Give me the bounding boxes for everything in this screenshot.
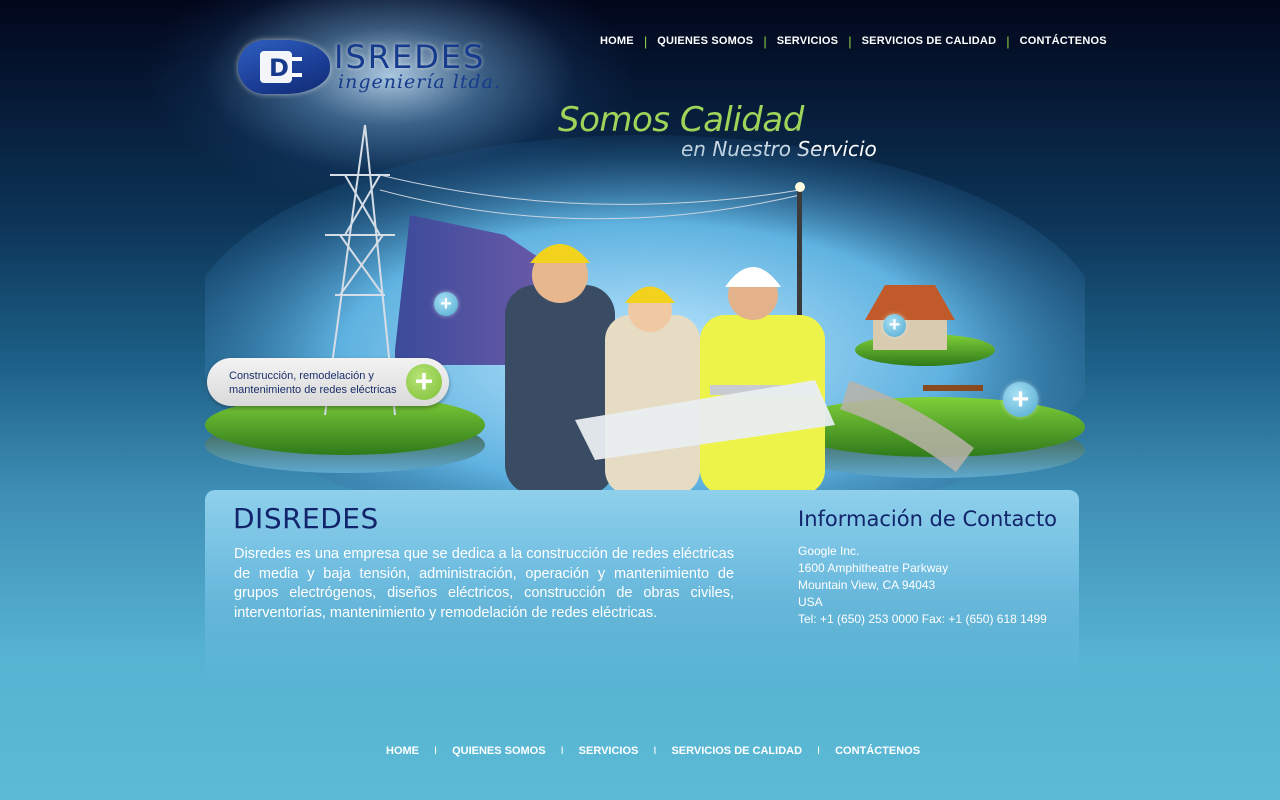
footer-separator: I [434, 745, 438, 757]
contact-company: Google Inc. [798, 544, 860, 558]
contact-street: 1600 Amphitheatre Parkway [798, 561, 949, 575]
footer-nav-home[interactable]: HOME [386, 745, 419, 757]
plug-shield-icon: D [238, 40, 330, 94]
service-callout-text: Construcción, remodelación y mantenimien… [229, 370, 397, 396]
nav-separator: | [1006, 33, 1010, 49]
logo-mark-letter: D [269, 54, 289, 82]
footer-nav-quienes-somos[interactable]: QUIENES SOMOS [452, 745, 546, 757]
footer-separator: I [560, 745, 564, 757]
contact-phones: Tel: +1 (650) 253 0000 Fax: +1 (650) 618… [798, 612, 1047, 626]
footer-nav: HOME I QUIENES SOMOS I SERVICIOS I SERVI… [386, 745, 920, 757]
footer-nav-contactenos[interactable]: CONTÁCTENOS [835, 745, 920, 757]
top-nav-quienes-somos[interactable]: QUIENES SOMOS [657, 35, 753, 47]
street-light [795, 182, 805, 192]
site-logo[interactable]: D ISREDES ingeniería ltda. [238, 38, 518, 98]
contact-city: Mountain View, CA 94043 [798, 578, 936, 592]
nav-separator: | [848, 33, 852, 49]
nav-separator: | [643, 33, 648, 49]
about-title: DISREDES [233, 502, 379, 535]
nav-separator: | [763, 33, 767, 49]
plus-icon[interactable]: + [434, 292, 458, 316]
bench [923, 385, 983, 391]
about-text: Disredes es una empresa que se dedica a … [234, 546, 734, 621]
logo-subtitle: ingeniería ltda. [338, 71, 502, 93]
top-nav-servicios-calidad[interactable]: SERVICIOS DE CALIDAD [862, 35, 997, 47]
footer-separator: I [817, 745, 821, 757]
top-nav-home[interactable]: HOME [600, 35, 634, 47]
footer-nav-servicios[interactable]: SERVICIOS [579, 745, 639, 757]
plus-icon[interactable]: + [1003, 382, 1038, 417]
service-callout[interactable]: Construcción, remodelación y mantenimien… [207, 358, 449, 406]
hero-illustration [205, 124, 1085, 505]
contact-title: Información de Contacto [798, 507, 1058, 531]
footer-nav-servicios-calidad[interactable]: SERVICIOS DE CALIDAD [671, 745, 802, 757]
contact-info: Google Inc. 1600 Amphitheatre Parkway Mo… [798, 543, 1047, 628]
contact-country: USA [798, 595, 823, 609]
top-nav-servicios[interactable]: SERVICIOS [777, 35, 839, 47]
top-nav-contactenos[interactable]: CONTÁCTENOS [1020, 35, 1107, 47]
plus-icon[interactable]: + [406, 364, 442, 400]
plus-icon[interactable]: + [883, 314, 906, 337]
top-nav: HOME | QUIENES SOMOS | SERVICIOS | SERVI… [600, 32, 1107, 50]
footer-separator: I [653, 745, 657, 757]
